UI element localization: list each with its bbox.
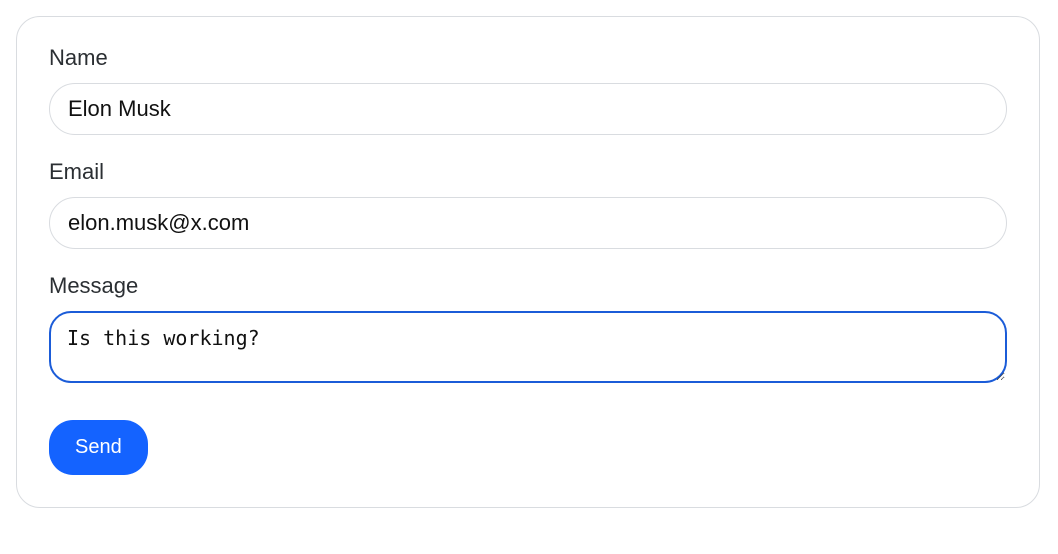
name-input[interactable] bbox=[49, 83, 1007, 135]
message-label: Message bbox=[49, 273, 1007, 299]
name-field: Name bbox=[49, 45, 1007, 135]
contact-form-card: Name Email Message Is this working? Send bbox=[16, 16, 1040, 508]
message-field: Message Is this working? bbox=[49, 273, 1007, 388]
email-field: Email bbox=[49, 159, 1007, 249]
email-input[interactable] bbox=[49, 197, 1007, 249]
email-label: Email bbox=[49, 159, 1007, 185]
name-label: Name bbox=[49, 45, 1007, 71]
send-button[interactable]: Send bbox=[49, 420, 148, 475]
message-input[interactable]: Is this working? bbox=[49, 311, 1007, 383]
